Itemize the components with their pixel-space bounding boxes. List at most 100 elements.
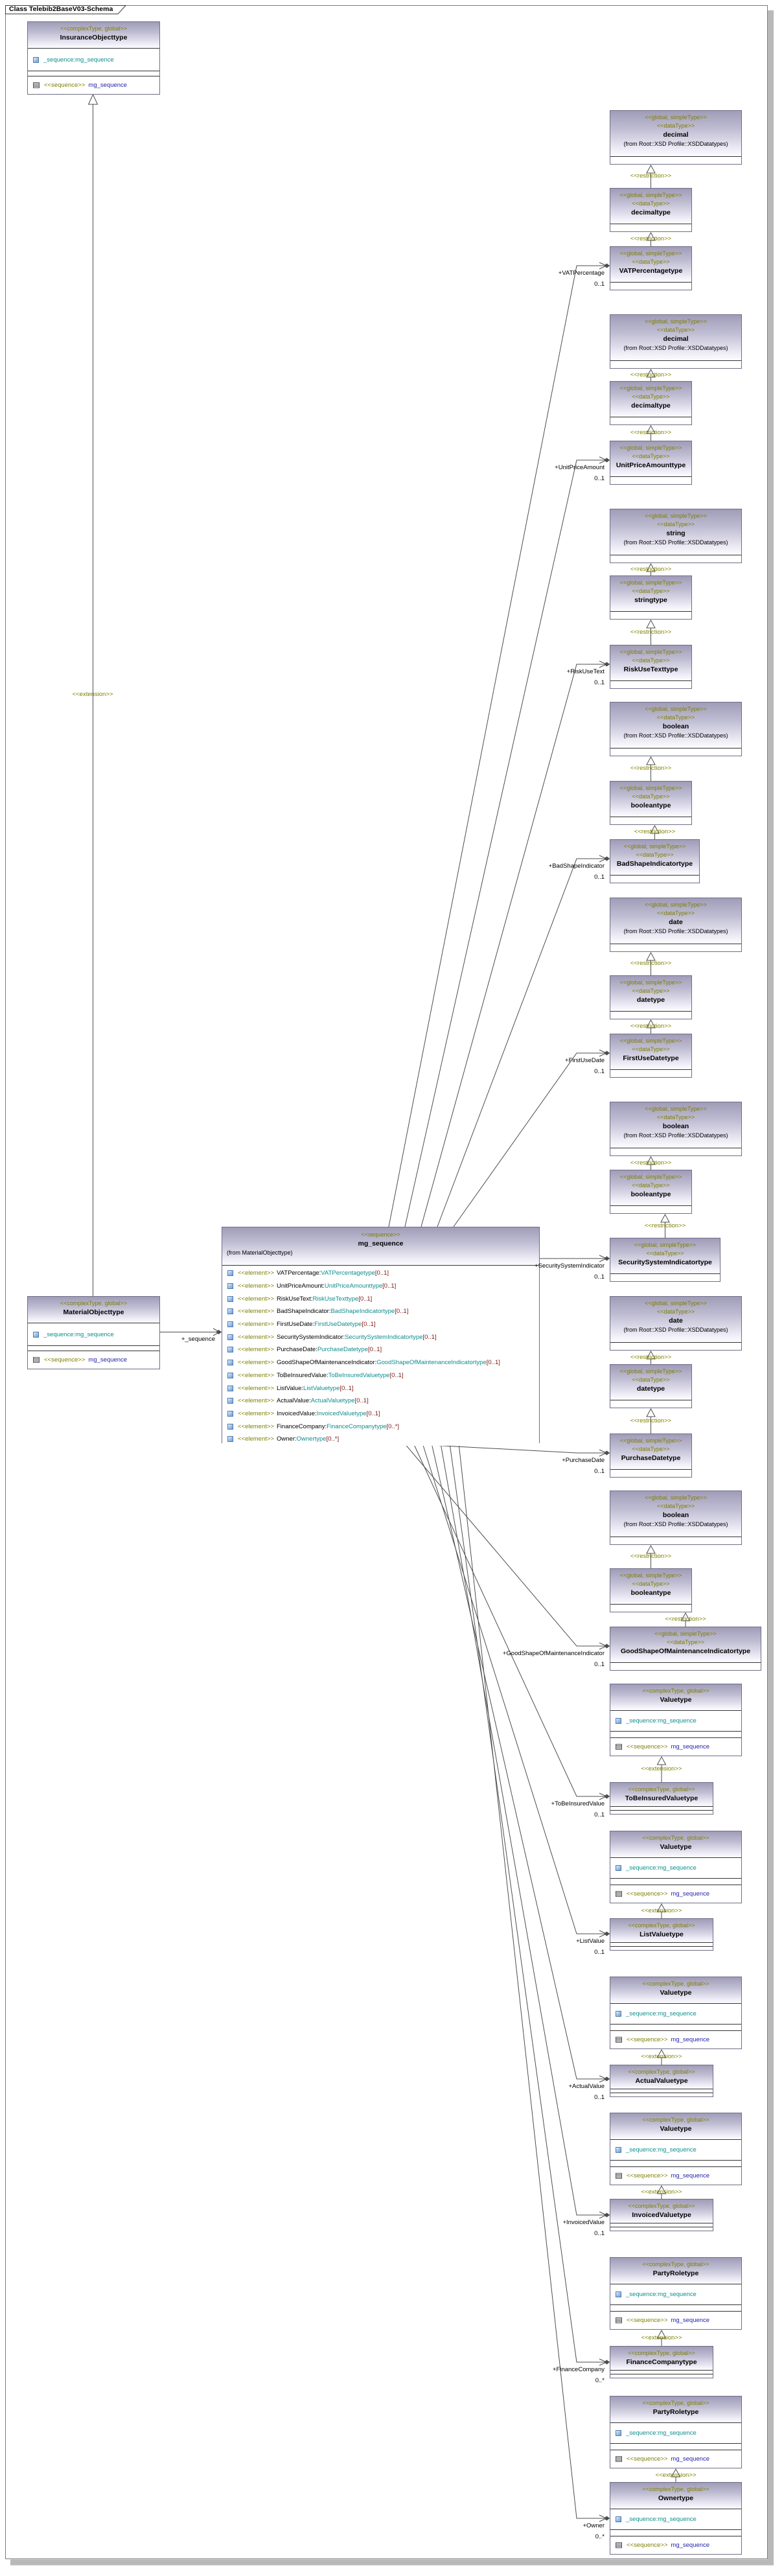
association-arrowhead xyxy=(599,1931,606,1937)
class-booleantype[interactable]: <<global, simpleType>><<dataType>>boolea… xyxy=(610,781,692,825)
class-header: <<global, simpleType>><<dataType>>datety… xyxy=(610,1365,691,1400)
association-arrowhead xyxy=(599,855,606,862)
class-vatpercentagetype[interactable]: <<global, simpleType>><<dataType>>VATPer… xyxy=(610,246,692,290)
empty-compartment xyxy=(610,282,691,290)
class-header: <<complexType, global>>Valuetype xyxy=(610,2113,741,2139)
class-decimal[interactable]: <<global, simpleType>><<dataType>>decima… xyxy=(610,110,742,165)
empty-compartment xyxy=(610,360,741,368)
element-stereotype: <<element>> xyxy=(238,1385,274,1392)
operation-compartment xyxy=(610,2374,713,2378)
class-ownertype[interactable]: <<complexType, global>>Ownertype_sequenc… xyxy=(610,2482,742,2555)
class-stringtype[interactable]: <<global, simpleType>><<dataType>>string… xyxy=(610,575,692,620)
class-badshapeindicatortype[interactable]: <<global, simpleType>><<dataType>>BadSha… xyxy=(610,839,700,883)
class-partyroletype[interactable]: <<complexType, global>>PartyRoletype_seq… xyxy=(610,2257,742,2330)
stereotype-label: <<dataType>> xyxy=(610,909,741,918)
class-financecompanytype[interactable]: <<complexType, global>>FinanceCompanytyp… xyxy=(610,2346,713,2378)
element-name: FirstUseDate xyxy=(277,1321,312,1328)
class-boolean[interactable]: <<global, simpleType>><<dataType>>boolea… xyxy=(610,1102,742,1156)
class-invoicedvaluetype[interactable]: <<complexType, global>>InvoicedValuetype xyxy=(610,2199,713,2231)
class-goodshapeofmaintenanceindicatortype[interactable]: <<global, simpleType>><<dataType>>GoodSh… xyxy=(610,1627,761,1671)
association-label: +ToBeInsuredValue xyxy=(443,1800,605,1808)
class-purchasedatetype[interactable]: <<global, simpleType>><<dataType>>Purcha… xyxy=(610,1433,692,1478)
relation-label: <<restriction>> xyxy=(630,765,671,772)
class-decimal[interactable]: <<global, simpleType>><<dataType>>decima… xyxy=(610,314,742,369)
class-header: <<global, simpleType>><<dataType>>BadSha… xyxy=(610,840,699,875)
class-datetype[interactable]: <<global, simpleType>><<dataType>>datety… xyxy=(610,1364,692,1408)
association-multiplicity: 0..1 xyxy=(443,1273,605,1281)
class-firstusedatetype[interactable]: <<global, simpleType>><<dataType>>FirstU… xyxy=(610,1034,692,1078)
class-date[interactable]: <<global, simpleType>><<dataType>>date(f… xyxy=(610,898,742,952)
association-label: +Owner xyxy=(443,2522,605,2530)
class-listvaluetype[interactable]: <<complexType, global>>ListValuetype xyxy=(610,1918,713,1951)
element-stereotype: <<element>> xyxy=(238,1321,274,1328)
class-partyroletype[interactable]: <<complexType, global>>PartyRoletype_seq… xyxy=(610,2396,742,2468)
class-mg-sequence[interactable]: <<sequence>> mg_sequence (from MaterialO… xyxy=(222,1227,540,1443)
frame-shadow-right xyxy=(768,10,774,2564)
stereotype-label: <<dataType>> xyxy=(610,587,691,596)
class-header: <<complexType, global>>Valuetype xyxy=(610,1684,741,1710)
class-valuetype[interactable]: <<complexType, global>>Valuetype_sequenc… xyxy=(610,1684,742,1756)
element-type: UnitPriceAmounttype xyxy=(325,1282,382,1290)
class-decimaltype[interactable]: <<global, simpleType>><<dataType>>decima… xyxy=(610,188,692,232)
class-date[interactable]: <<global, simpleType>><<dataType>>date(f… xyxy=(610,1296,742,1351)
association-multiplicity: 0..1 xyxy=(443,874,605,881)
association-multiplicity: 0..1 xyxy=(443,1468,605,1476)
class-securitysystemindicatortype[interactable]: <<global, simpleType>><<dataType>>Securi… xyxy=(610,1238,721,1282)
element-icon xyxy=(227,1270,233,1276)
operation-compartment: <<sequence>>mg_sequence xyxy=(610,1885,741,1903)
class-booleantype[interactable]: <<global, simpleType>><<dataType>>boolea… xyxy=(610,1170,692,1214)
relation-label: <<restriction>> xyxy=(630,429,671,437)
association-label: +FirstUseDate xyxy=(443,1057,605,1065)
association-multiplicity: 0..1 xyxy=(443,281,605,288)
class-boolean[interactable]: <<global, simpleType>><<dataType>>boolea… xyxy=(610,1491,742,1545)
class-decimaltype[interactable]: <<global, simpleType>><<dataType>>decima… xyxy=(610,381,692,425)
class-name: date xyxy=(610,1316,741,1326)
class-booleantype[interactable]: <<global, simpleType>><<dataType>>boolea… xyxy=(610,1568,692,1612)
class-tobeinsuredvaluetype[interactable]: <<complexType, global>>ToBeInsuredValuet… xyxy=(610,1782,713,1815)
class-riskusetexttype[interactable]: <<global, simpleType>><<dataType>>RiskUs… xyxy=(610,645,692,689)
stereotype-label: <<global, simpleType>> xyxy=(610,784,691,793)
class-name: GoodShapeOfMaintenanceIndicatortype xyxy=(610,1647,761,1656)
class-string[interactable]: <<global, simpleType>><<dataType>>string… xyxy=(610,509,742,563)
class-actualvaluetype[interactable]: <<complexType, global>>ActualValuetype xyxy=(610,2065,713,2097)
operations-icon xyxy=(616,2542,622,2548)
empty-compartment xyxy=(610,1273,720,1281)
operation-compartment: <<sequence>>mg_sequence xyxy=(610,2536,741,2554)
empty-compartment xyxy=(610,417,691,424)
element-name: PurchaseDate xyxy=(277,1346,316,1353)
class-name: Valuetype xyxy=(610,1988,741,1998)
class-datetype[interactable]: <<global, simpleType>><<dataType>>datety… xyxy=(610,975,692,1019)
stereotype-label: <<global, simpleType>> xyxy=(610,384,691,393)
class-name: Valuetype xyxy=(610,1842,741,1852)
class-valuetype[interactable]: <<complexType, global>>Valuetype_sequenc… xyxy=(610,1831,742,1903)
class-valuetype[interactable]: <<complexType, global>>Valuetype_sequenc… xyxy=(610,1977,742,2049)
element-name: ActualValue xyxy=(277,1397,309,1404)
class-unitpriceamounttype[interactable]: <<global, simpleType>><<dataType>>UnitPr… xyxy=(610,441,692,485)
stereotype-label: <<dataType>> xyxy=(610,258,691,266)
class-name: Valuetype xyxy=(610,2124,741,2134)
empty-compartment xyxy=(610,1537,741,1544)
attribute-icon xyxy=(616,2430,621,2436)
operation-stereotype: <<sequence>> xyxy=(627,2036,667,2043)
association-arrowhead xyxy=(599,2076,606,2082)
class-header: <<global, simpleType>><<dataType>>UnitPr… xyxy=(610,441,691,476)
class-valuetype[interactable]: <<complexType, global>>Valuetype_sequenc… xyxy=(610,2113,742,2185)
stereotype-label: <<sequence>> xyxy=(222,1231,539,1239)
operation-stereotype: <<sequence>> xyxy=(627,2455,667,2463)
stereotype-label: <<global, simpleType>> xyxy=(610,1037,691,1045)
operation-stereotype: <<sequence>> xyxy=(627,1890,667,1897)
class-name: UnitPriceAmounttype xyxy=(610,461,691,470)
attribute-text: _sequence:mg_sequence xyxy=(626,2430,697,2437)
stereotype-label: <<global, simpleType>> xyxy=(610,1367,691,1376)
element-row: <<element>>UnitPriceAmount:UnitPriceAmou… xyxy=(222,1280,539,1293)
relation-label: <<restriction>> xyxy=(630,1553,671,1561)
class-boolean[interactable]: <<global, simpleType>><<dataType>>boolea… xyxy=(610,702,742,756)
class-materialobjecttype[interactable]: <<complexType, global>> MaterialObjectty… xyxy=(27,1296,160,1369)
class-header: <<global, simpleType>><<dataType>>string… xyxy=(610,509,741,555)
stereotype-label: <<dataType>> xyxy=(610,1045,691,1054)
element-row: <<element>>FirstUseDate:FirstUseDatetype… xyxy=(222,1318,539,1331)
class-name: date xyxy=(610,918,741,927)
class-insuranceobjecttype[interactable]: <<complexType, global>> InsuranceObjectt… xyxy=(27,21,160,95)
operation-name: mg_sequence xyxy=(671,1743,709,1750)
class-header: <<complexType, global>>PartyRoletype xyxy=(610,2258,741,2284)
